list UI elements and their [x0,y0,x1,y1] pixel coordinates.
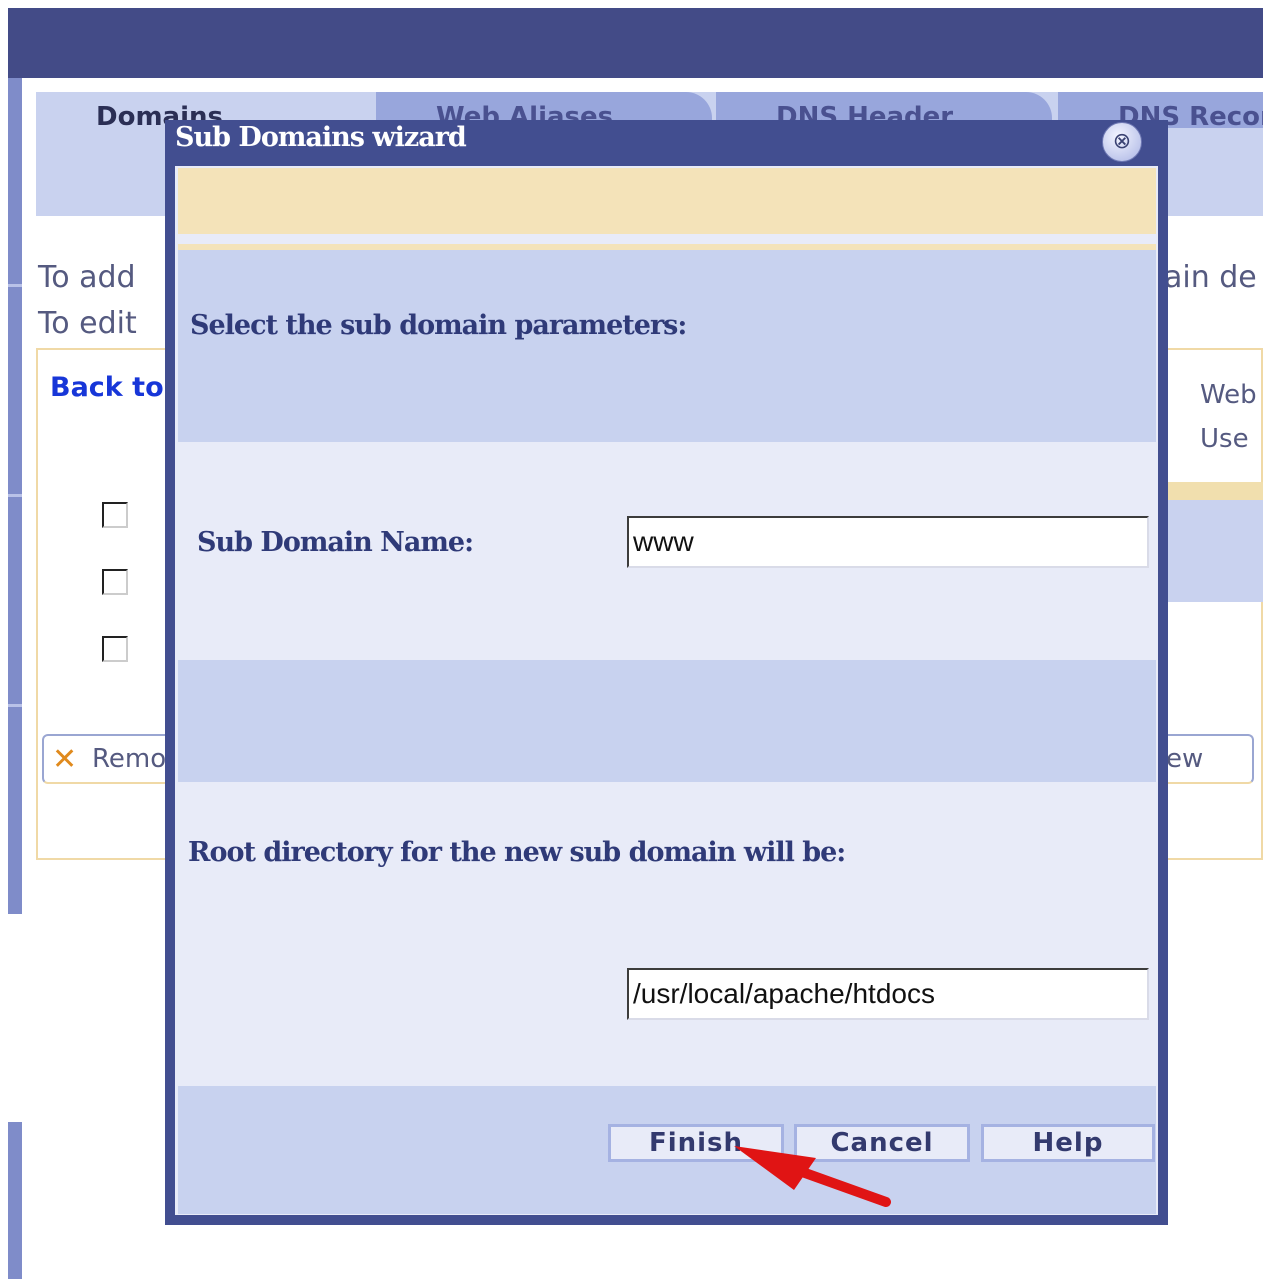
close-icon[interactable]: ⊗ [1102,122,1142,162]
section-heading-band [178,250,1156,442]
subdomain-name-label: Sub Domain Name: [197,527,474,558]
remove-button[interactable]: ✕ Remo [42,734,182,784]
rail-divider [8,284,22,287]
column-header-use: Use [1200,424,1249,454]
panel-divider [1160,482,1263,500]
row-checkbox[interactable] [102,569,128,595]
remove-x-icon: ✕ [52,742,78,777]
column-header-web: Web [1200,380,1257,410]
subdomain-name-input[interactable] [627,516,1149,568]
back-link[interactable]: Back to [50,372,164,403]
row-checkbox[interactable] [102,636,128,662]
left-rail-lower [8,1122,22,1279]
root-dir-band [178,782,1156,1086]
left-rail [8,78,22,914]
app-header-bar [8,8,1263,78]
help-button[interactable]: Help [981,1124,1155,1162]
rail-divider [8,704,22,707]
root-directory-input[interactable] [627,968,1149,1020]
wizard-header-band [178,168,1156,234]
row-checkbox[interactable] [102,502,128,528]
spacer-band [178,660,1156,782]
root-directory-label: Root directory for the new sub domain wi… [188,837,846,868]
panel-row-band [1160,500,1263,602]
rail-divider [8,494,22,497]
instruction-edit: To edit [38,306,137,341]
instruction-add: To add [38,260,136,295]
sub-domains-wizard-dialog: Sub Domains wizard ⊗ Select the sub doma… [165,120,1168,1225]
instruction-add-tail: ain de [1164,260,1257,295]
annotation-arrow-icon [734,1146,891,1207]
section-heading: Select the sub domain parameters: [190,310,687,341]
remove-button-label: Remo [92,744,167,774]
view-button-label: ew [1166,744,1204,774]
dialog-title: Sub Domains wizard [175,122,467,153]
